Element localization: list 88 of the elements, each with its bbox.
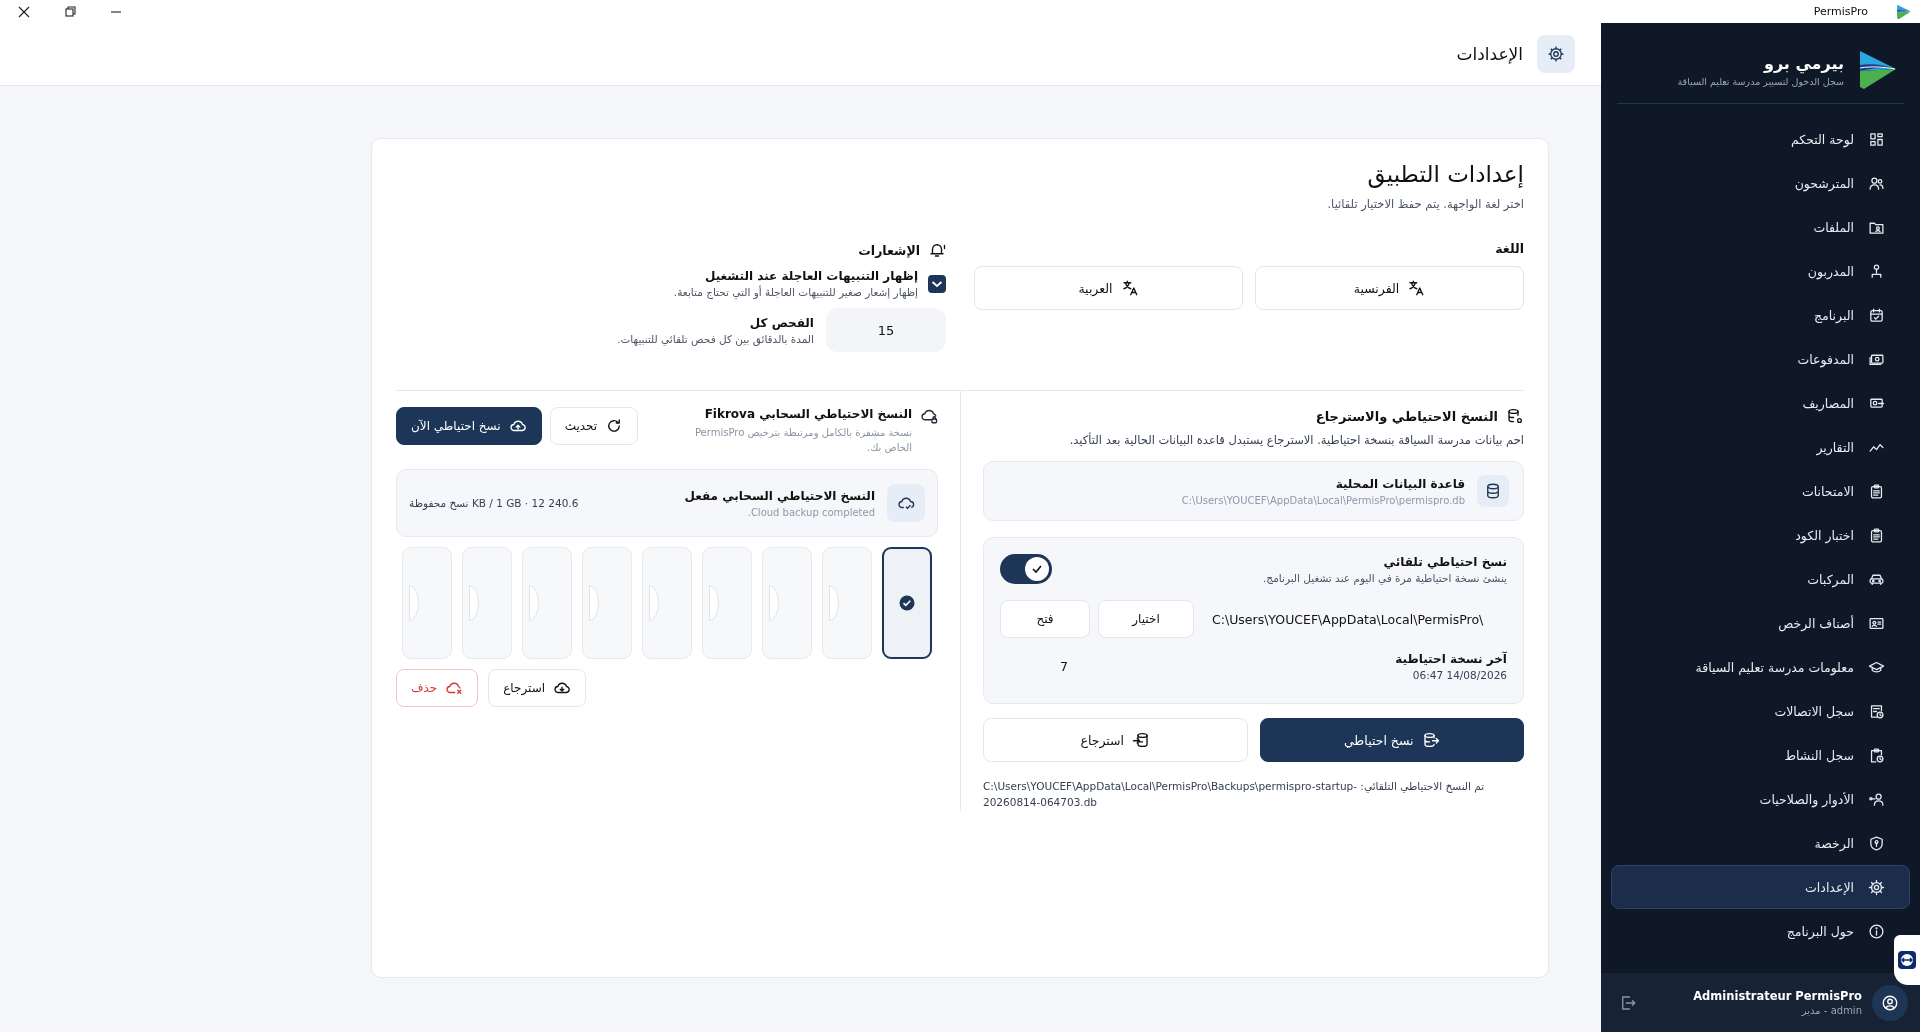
section-title: إعدادات التطبيق	[1366, 161, 1524, 187]
sidebar-item[interactable]: المصاريف	[1611, 381, 1910, 425]
backup-slot[interactable]	[882, 547, 932, 659]
grid-icon	[1868, 130, 1885, 148]
sidebar-item[interactable]: سجل النشاط	[1611, 733, 1910, 777]
field-label: اللغة	[1494, 241, 1524, 256]
clipboard-icon	[1868, 526, 1885, 544]
logout-icon[interactable]	[1619, 993, 1637, 1012]
database-path: C:\Users\YOUCEF\AppData\Local\PermisPro\permispro.db	[1181, 494, 1465, 506]
page-title: الإعدادات	[1456, 44, 1523, 64]
sidebar-item[interactable]: الإعدادات	[1611, 865, 1910, 909]
action-button[interactable]: نسخ احتياطي	[1259, 718, 1524, 762]
translate-icon	[1407, 279, 1426, 297]
status-message: تم النسخ الاحتياطي التلقائي: C:\Users\YOUCEF\AppData\Local\PermisPro\Backups\permispro-startup-20260814-064703.db	[983, 779, 1486, 811]
option-description: إظهار إشعار صغير للتنبيهات العاجلة أو التي تحتاج متابعة.	[673, 286, 918, 298]
sidebar-item[interactable]: المدربون	[1611, 249, 1910, 293]
folder-path: C:\Users\YOUCEF\AppData\Local\PermisPro\	[1211, 611, 1485, 627]
cloud-status-title: النسخ الاحتياطي السحابي مفعل	[684, 488, 875, 503]
sidebar-item[interactable]: المترشحون	[1611, 161, 1910, 205]
settings-icon	[1537, 35, 1575, 73]
sidebar-item[interactable]: الملفات	[1611, 205, 1910, 249]
option-label: إظهار التنبيهات العاجلة عند التشغيل	[703, 269, 918, 283]
sidebar-item[interactable]: المركبات	[1611, 557, 1910, 601]
app-title: PermisPro	[1813, 5, 1868, 18]
settings-icon	[1868, 878, 1885, 896]
database-title: قاعدة البيانات المحلية	[1334, 476, 1465, 491]
sidebar-item[interactable]: الامتحانات	[1611, 469, 1910, 513]
count-value: 7	[1060, 659, 1068, 674]
sidebar-item[interactable]: حول البرنامج	[1611, 909, 1910, 953]
sidebar-item[interactable]: سجل الاتصالات	[1611, 689, 1910, 733]
app-logo-icon	[1894, 3, 1914, 20]
sidebar-item[interactable]: الأدوار والصلاحيات	[1611, 777, 1910, 821]
bell-icon	[928, 241, 946, 259]
clipboard-clock-icon	[1868, 746, 1885, 764]
sidebar-item[interactable]: البرنامج	[1611, 293, 1910, 337]
brand-tagline: سجل الدخول لتسيير مدرسة تعليم السياقة	[1677, 75, 1844, 87]
sidebar-item[interactable]: معلومات مدرسة تعليم السياقة	[1611, 645, 1910, 689]
storage-usage: 240.6 KB / 1 GB · 12 نسخ محفوظة	[409, 497, 579, 509]
avatar-icon	[1872, 984, 1908, 1021]
cloud-description: نسخة مشفرة بالكامل ومرتبطة بترخيص PermisPro الخاص بك.	[693, 426, 912, 455]
shield-icon	[1868, 834, 1885, 852]
sidebar-item[interactable]: التقارير	[1611, 425, 1910, 469]
sidebar-item[interactable]: اختبار الكود	[1611, 513, 1910, 557]
database-icon	[1477, 475, 1509, 507]
language-button[interactable]: العربية	[974, 266, 1243, 310]
backup-title: النسخ الاحتياطي والاسترجاع	[1315, 408, 1498, 424]
database-gear-icon	[1506, 407, 1524, 425]
info-icon	[1868, 922, 1885, 940]
auto-backup-description: ينشئ نسخة احتياطية مرة في اليوم عند تشغيل البرنامج.	[1263, 571, 1507, 584]
notifications-title: الإشعارات	[858, 242, 920, 258]
sidebar-item[interactable]: المدفوعات	[1611, 337, 1910, 381]
brand-name: بيرمي برو	[1762, 53, 1844, 73]
action-button[interactable]: نسخ احتياطي الآن	[396, 407, 542, 445]
cloud-status-detail: Cloud backup completed.	[746, 506, 875, 518]
action-button[interactable]: تحديث	[549, 407, 639, 445]
auto-backup-title: نسخ احتياطي تلقائي	[1382, 554, 1507, 569]
cloud-check-icon	[887, 484, 925, 522]
action-button[interactable]: اختيار	[1098, 600, 1194, 638]
interval-field[interactable]: 15	[826, 308, 946, 352]
cloud-title: النسخ الاحتياطي السحابي Fikrova	[703, 407, 912, 421]
cloud-lock-icon	[920, 407, 938, 425]
action-button[interactable]: فتح	[1000, 600, 1090, 638]
last-backup-label: آخر نسخة احتياطية	[1395, 652, 1507, 666]
database-export-icon	[1421, 731, 1440, 749]
checkbox[interactable]	[928, 274, 946, 293]
clipboard-icon	[1868, 482, 1885, 500]
field-label: الفحص كل	[748, 315, 814, 330]
section-subtitle: اختر لغة الواجهة. يتم حفظ الاختيار تلقائيا.	[1326, 197, 1524, 211]
logo-icon	[1858, 49, 1898, 91]
sidebar-item[interactable]: أصناف الرخص	[1611, 601, 1910, 645]
check-circle-icon	[899, 595, 915, 611]
calendar-icon	[1868, 306, 1885, 324]
database-import-icon	[1132, 731, 1151, 749]
user-name: Administrateur PermisPro	[1693, 989, 1862, 1003]
action-button[interactable]: استرجاع	[983, 718, 1248, 762]
translate-icon	[1120, 279, 1139, 297]
sidebar-item[interactable]: لوحة التحكم	[1611, 117, 1910, 161]
backup-description: احم بيانات مدرسة السياقة بنسخة احتياطية. الاسترجاع يستبدل قاعدة البيانات الحالية بعد التأكيد.	[1068, 433, 1524, 447]
sidebar-item[interactable]: الرخصة	[1611, 821, 1910, 865]
user-role: admin - مدير	[1800, 1005, 1862, 1016]
delete-button[interactable]: حذف	[396, 669, 479, 707]
action-button[interactable]: استرجاع	[488, 669, 587, 707]
last-backup-time: 14/08/2026 06:47	[1411, 669, 1507, 681]
remote-support-icon[interactable]	[1894, 935, 1920, 985]
field-description: المدة بالدقائق بين كل فحص تلقائي للتنبيهات.	[617, 332, 814, 345]
language-button[interactable]: الفرنسية	[1255, 266, 1524, 310]
document-clock-icon	[1868, 702, 1885, 720]
toggle-switch[interactable]	[1000, 554, 1052, 584]
